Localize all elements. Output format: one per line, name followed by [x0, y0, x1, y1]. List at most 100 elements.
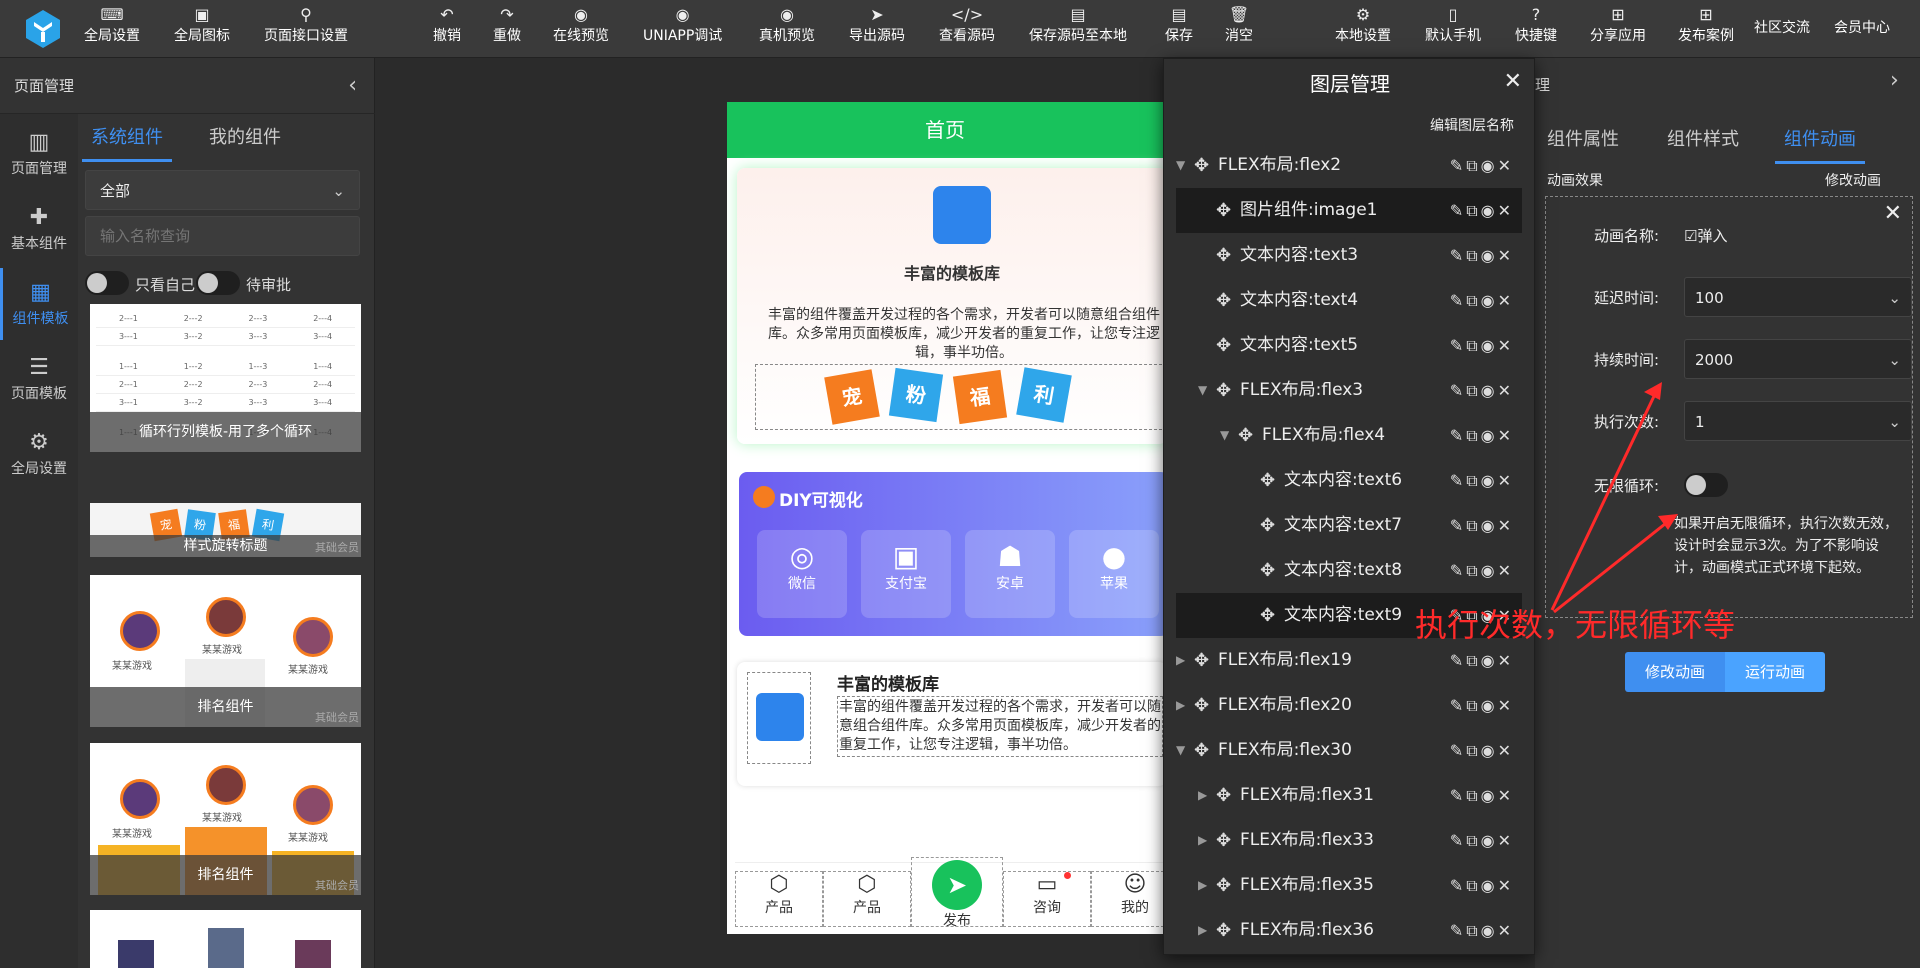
- eye-icon[interactable]: ◉: [1481, 876, 1498, 895]
- layer-row[interactable]: ✥ 文本内容:text4 ✎⧉◉✕: [1176, 278, 1522, 323]
- delete-icon[interactable]: ✕: [1498, 741, 1514, 760]
- eye-icon[interactable]: ◉: [1481, 471, 1498, 490]
- template-card-ranking-2[interactable]: 某某游戏 某某游戏 某某游戏 排名组件 其础会员: [90, 743, 361, 895]
- local-settings-button[interactable]: ⚙ 本地设置: [1335, 4, 1391, 54]
- eye-icon[interactable]: ◉: [1481, 561, 1498, 580]
- edit-icon[interactable]: ✎: [1450, 426, 1466, 445]
- tab-item-publish[interactable]: ➤ 发布: [911, 857, 1003, 929]
- copy-icon[interactable]: ⧉: [1466, 381, 1480, 400]
- layer-row[interactable]: ▶ ✥ FLEX布局:flex33 ✎⧉◉✕: [1176, 818, 1522, 863]
- global-icons-button[interactable]: ▣ 全局图标: [174, 4, 230, 54]
- copy-icon[interactable]: ⧉: [1466, 831, 1480, 850]
- layer-row[interactable]: ▼ ✥ FLEX布局:flex4 ✎⧉◉✕: [1176, 413, 1522, 458]
- eye-icon[interactable]: ◉: [1481, 201, 1498, 220]
- eye-icon[interactable]: ◉: [1481, 426, 1498, 445]
- eye-icon[interactable]: ◉: [1481, 381, 1498, 400]
- template-card[interactable]: 丰富的模板库 丰富的组件覆盖开发过程的各个需求，开发者可以随意组合组件库。众多常…: [737, 168, 1163, 444]
- template-card-ranking-3[interactable]: [90, 910, 361, 968]
- copy-icon[interactable]: ⧉: [1466, 426, 1480, 445]
- eye-icon[interactable]: ◉: [1481, 696, 1498, 715]
- move-icon[interactable]: ✥: [1216, 818, 1231, 863]
- copy-icon[interactable]: ⧉: [1466, 561, 1480, 580]
- eye-icon[interactable]: ◉: [1481, 741, 1498, 760]
- edit-icon[interactable]: ✎: [1450, 381, 1466, 400]
- delete-icon[interactable]: ✕: [1498, 561, 1514, 580]
- edit-icon[interactable]: ✎: [1450, 246, 1466, 265]
- delete-icon[interactable]: ✕: [1498, 651, 1514, 670]
- delete-icon[interactable]: ✕: [1498, 786, 1514, 805]
- edit-icon[interactable]: ✎: [1450, 921, 1466, 940]
- clear-button[interactable]: 🗑 消空: [1225, 4, 1253, 54]
- delete-icon[interactable]: ✕: [1498, 246, 1514, 265]
- layer-row[interactable]: ▶ ✥ FLEX布局:flex36 ✎⧉◉✕: [1176, 908, 1522, 953]
- nav-page-templates[interactable]: ☰ 页面模板: [0, 343, 78, 415]
- duration-select[interactable]: 2000 ⌄: [1684, 339, 1912, 379]
- nav-page-manage[interactable]: ▥ 页面管理: [0, 118, 78, 190]
- copy-icon[interactable]: ⧉: [1466, 516, 1480, 535]
- component-search-input[interactable]: [85, 216, 360, 256]
- move-icon[interactable]: ✥: [1260, 593, 1275, 638]
- collapse-left-icon[interactable]: ‹: [348, 58, 357, 114]
- edit-icon[interactable]: ✎: [1450, 696, 1466, 715]
- layer-row[interactable]: ▼ ✥ FLEX布局:flex3 ✎⧉◉✕: [1176, 368, 1522, 413]
- filter-select[interactable]: 全部 ⌄: [85, 170, 360, 210]
- nav-global-settings[interactable]: ⚙ 全局设置: [0, 418, 78, 490]
- eye-icon[interactable]: ◉: [1481, 516, 1498, 535]
- move-icon[interactable]: ✥: [1260, 548, 1275, 593]
- copy-icon[interactable]: ⧉: [1466, 291, 1480, 310]
- count-select[interactable]: 1 ⌄: [1684, 401, 1912, 441]
- delete-icon[interactable]: ✕: [1498, 471, 1514, 490]
- eye-icon[interactable]: ◉: [1481, 921, 1498, 940]
- global-settings-button[interactable]: ⌨ 全局设置: [84, 4, 140, 54]
- tab-system-components[interactable]: 系统组件: [82, 114, 172, 162]
- tab-component-props[interactable]: 组件属性: [1547, 116, 1619, 164]
- online-preview-button[interactable]: ◉ 在线预览: [553, 4, 609, 54]
- edit-icon[interactable]: ✎: [1450, 201, 1466, 220]
- expand-arrow-icon[interactable]: ▼: [1220, 413, 1229, 458]
- layer-row[interactable]: ✥ 文本内容:text8 ✎⧉◉✕: [1176, 548, 1522, 593]
- device-preview-button[interactable]: ◉ 真机预览: [759, 4, 815, 54]
- layer-row[interactable]: ✥ 文本内容:text7 ✎⧉◉✕: [1176, 503, 1522, 548]
- infinite-loop-toggle[interactable]: [1684, 473, 1728, 497]
- copy-icon[interactable]: ⧉: [1466, 696, 1480, 715]
- copy-icon[interactable]: ⧉: [1466, 651, 1480, 670]
- move-icon[interactable]: ✥: [1216, 188, 1231, 233]
- tab-item-product[interactable]: ⬡ 产品: [735, 871, 823, 927]
- view-source-button[interactable]: </> 查看源码: [939, 4, 995, 54]
- copy-icon[interactable]: ⧉: [1466, 786, 1480, 805]
- diy-item-android[interactable]: ☗ 安卓: [965, 530, 1055, 618]
- move-icon[interactable]: ✥: [1260, 458, 1275, 503]
- layer-row[interactable]: ✥ 图片组件:image1 ✎⧉◉✕: [1176, 188, 1522, 233]
- edit-layer-name-link[interactable]: 编辑图层名称: [1430, 115, 1514, 135]
- publish-case-button[interactable]: ⊞ 发布案例: [1678, 4, 1734, 54]
- phone-canvas[interactable]: 首页 丰富的模板库 丰富的组件覆盖开发过程的各个需求，开发者可以随意组合组件库。…: [727, 102, 1163, 934]
- delete-icon[interactable]: ✕: [1498, 696, 1514, 715]
- share-app-button[interactable]: ⊞ 分享应用: [1590, 4, 1646, 54]
- layer-row[interactable]: ▼ ✥ FLEX布局:flex30 ✎⧉◉✕: [1176, 728, 1522, 773]
- edit-icon[interactable]: ✎: [1450, 876, 1466, 895]
- save-button[interactable]: ▤ 保存: [1165, 4, 1193, 54]
- copy-icon[interactable]: ⧉: [1466, 876, 1480, 895]
- chip-container[interactable]: 宠 粉 福 利: [755, 364, 1163, 430]
- tab-my-components[interactable]: 我的组件: [200, 114, 290, 162]
- template-card-ranking[interactable]: 某某游戏 某某游戏 某某游戏 排名组件 其础会员: [90, 575, 361, 727]
- layer-row[interactable]: ▼ ✥ FLEX布局:flex2 ✎⧉◉✕: [1176, 143, 1522, 188]
- edit-icon[interactable]: ✎: [1450, 561, 1466, 580]
- move-icon[interactable]: ✥: [1216, 773, 1231, 818]
- edit-icon[interactable]: ✎: [1450, 831, 1466, 850]
- delete-icon[interactable]: ✕: [1498, 831, 1514, 850]
- tab-item-product-2[interactable]: ⬡ 产品: [823, 871, 911, 927]
- modify-animation-button[interactable]: 修改动画: [1625, 652, 1725, 692]
- nav-component-templates[interactable]: ▦ 组件模板: [0, 268, 78, 340]
- close-icon[interactable]: ✕: [1504, 69, 1522, 94]
- copy-icon[interactable]: ⧉: [1466, 201, 1480, 220]
- collapse-arrow-icon[interactable]: ▶: [1198, 863, 1207, 908]
- copy-icon[interactable]: ⧉: [1466, 156, 1480, 175]
- edit-icon[interactable]: ✎: [1450, 741, 1466, 760]
- delete-icon[interactable]: ✕: [1498, 291, 1514, 310]
- copy-icon[interactable]: ⧉: [1466, 246, 1480, 265]
- eye-icon[interactable]: ◉: [1481, 786, 1498, 805]
- diy-item-wechat[interactable]: ◎ 微信: [757, 530, 847, 618]
- layer-row[interactable]: ✥ 文本内容:text3 ✎⧉◉✕: [1176, 233, 1522, 278]
- move-icon[interactable]: ✥: [1216, 278, 1231, 323]
